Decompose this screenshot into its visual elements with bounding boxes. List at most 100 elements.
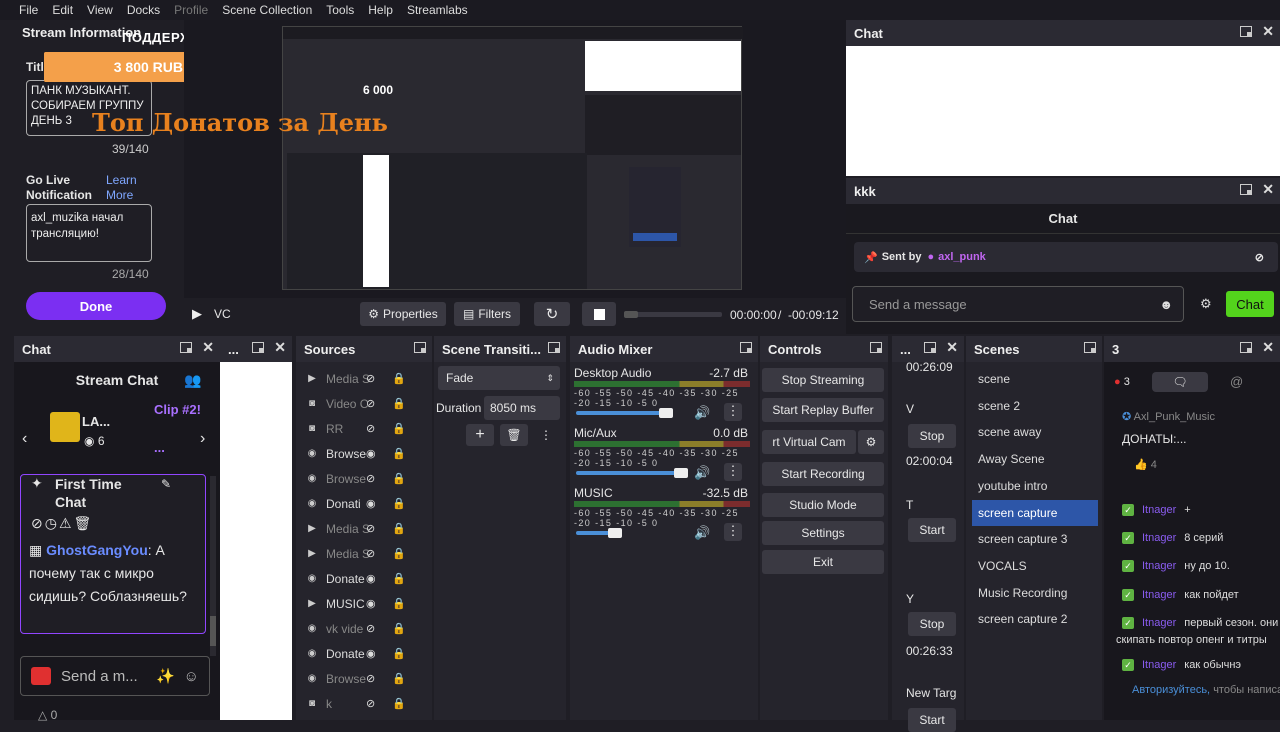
eye-icon[interactable]: ◉: [366, 572, 376, 585]
hidden-eye-icon[interactable]: ⊘: [366, 547, 375, 560]
stop-streaming-button[interactable]: Stop Streaming: [762, 368, 884, 392]
source-item[interactable]: ◉ Donati ◉ 🔒: [304, 491, 414, 516]
menu-edit[interactable]: Edit: [52, 3, 73, 17]
eye-icon[interactable]: ◉: [366, 597, 376, 610]
start-recording-button[interactable]: Start Recording: [762, 462, 884, 486]
kkk-message-input[interactable]: Send a message ☻: [852, 286, 1184, 322]
chat-username[interactable]: GhostGangYou: [46, 542, 148, 558]
lock-icon[interactable]: 🔒: [392, 597, 406, 610]
hidden-eye-icon[interactable]: ⊘: [366, 522, 375, 535]
likes[interactable]: 👍 4: [1134, 458, 1157, 471]
learn-more-link[interactable]: Learn More: [106, 173, 156, 203]
volume-slider[interactable]: [576, 528, 622, 538]
source-item[interactable]: ◉ Browse ⊘ 🔒: [304, 666, 414, 691]
chevron-left-icon[interactable]: ‹: [22, 430, 27, 448]
lock-icon[interactable]: 🔒: [392, 372, 406, 385]
chat-send-button[interactable]: Chat: [1226, 291, 1274, 317]
filters-button[interactable]: ▤ Filters: [454, 302, 520, 326]
source-item[interactable]: ▶ MUSIC ◉ 🔒: [304, 591, 414, 616]
source-item[interactable]: ◉ Donate ◉ 🔒: [304, 566, 414, 591]
menu-scene-collection[interactable]: Scene Collection: [222, 3, 312, 17]
notification-input[interactable]: axl_muzika начал трансляцию!: [26, 204, 152, 262]
virtual-cam-button[interactable]: rt Virtual Cam: [762, 430, 856, 454]
mention-tab-icon[interactable]: @: [1230, 374, 1243, 389]
chat-username[interactable]: Itnager: [1142, 659, 1176, 671]
lock-icon[interactable]: 🔒: [392, 672, 406, 685]
menu-profile[interactable]: Profile: [174, 3, 208, 17]
hide-icon[interactable]: ⊘: [1255, 251, 1264, 264]
float-icon[interactable]: [252, 342, 265, 353]
volume-slider[interactable]: [576, 408, 674, 418]
eye-icon[interactable]: ◉: [366, 447, 376, 460]
scene-item[interactable]: screen capture: [972, 499, 1098, 526]
float-icon[interactable]: [740, 342, 752, 353]
hidden-eye-icon[interactable]: ⊘: [366, 622, 375, 635]
seek-bar[interactable]: [624, 311, 722, 318]
source-item[interactable]: ◉ Donate ◉ 🔒: [304, 641, 414, 666]
eye-icon[interactable]: ◉: [366, 497, 376, 510]
remove-transition-button[interactable]: 🗑: [500, 424, 528, 446]
kebab-icon[interactable]: ⋮: [724, 523, 742, 541]
mod-actions-icon[interactable]: ⊘◷⚠🗑: [31, 515, 93, 532]
stop-button[interactable]: [582, 302, 616, 326]
close-icon[interactable]: ✕: [274, 340, 286, 354]
menu-streamlabs[interactable]: Streamlabs: [407, 3, 468, 17]
play-icon[interactable]: ▶: [192, 306, 202, 322]
scene-item[interactable]: screen capture 2: [972, 606, 1098, 632]
speaker-icon[interactable]: 🔊: [694, 405, 710, 421]
chat-tab-icon[interactable]: 🗨: [1152, 372, 1208, 392]
hidden-eye-icon[interactable]: ⊘: [366, 397, 375, 410]
emoji-icon[interactable]: ☺: [184, 668, 199, 685]
float-icon[interactable]: [924, 342, 937, 353]
hidden-eye-icon[interactable]: ⊘: [366, 422, 375, 435]
kebab-icon[interactable]: ⋮: [724, 403, 742, 421]
edit-icon[interactable]: ✎: [161, 477, 171, 491]
menu-tools[interactable]: Tools: [326, 3, 354, 17]
hidden-eye-icon[interactable]: ⊘: [366, 372, 375, 385]
users-icon[interactable]: 👥: [184, 372, 201, 389]
volume-slider[interactable]: [576, 468, 688, 478]
preview-screen[interactable]: 6 000: [282, 26, 743, 290]
lock-icon[interactable]: 🔒: [392, 522, 406, 535]
done-button[interactable]: Done: [26, 292, 166, 320]
close-icon[interactable]: ✕: [1262, 340, 1274, 354]
float-icon[interactable]: [870, 342, 882, 353]
source-item[interactable]: ◉ Browse ◉ 🔒: [304, 441, 414, 466]
start-new-target-button[interactable]: Start: [908, 708, 956, 732]
lock-icon[interactable]: 🔒: [392, 447, 406, 460]
source-item[interactable]: ◙ k ⊘ 🔒: [304, 691, 414, 716]
eye-icon[interactable]: ◉: [366, 647, 376, 660]
menu-file[interactable]: File: [19, 3, 38, 17]
scene-item[interactable]: scene away: [972, 419, 1098, 445]
lock-icon[interactable]: 🔒: [392, 622, 406, 635]
clip-card[interactable]: Clip #2!: [154, 402, 204, 417]
scene-item[interactable]: VOCALS: [972, 553, 1098, 579]
transition-menu-button[interactable]: ⋮: [534, 424, 558, 446]
float-icon[interactable]: [1240, 342, 1253, 353]
muted-speaker-icon[interactable]: 🔊: [694, 525, 710, 541]
source-item[interactable]: ◙ Video C ⊘ 🔒: [304, 391, 414, 416]
source-item[interactable]: ▶ Media S ⊘ 🔒: [304, 516, 414, 541]
chat-username[interactable]: Itnager: [1142, 532, 1176, 544]
virtual-cam-settings-button[interactable]: ⚙: [858, 430, 884, 454]
lock-icon[interactable]: 🔒: [392, 547, 406, 560]
chat-scrollbar[interactable]: [210, 476, 216, 656]
source-item[interactable]: ◉ vk vide ⊘ 🔒: [304, 616, 414, 641]
chat-username[interactable]: Itnager: [1142, 617, 1176, 629]
lock-icon[interactable]: 🔒: [392, 572, 406, 585]
lock-icon[interactable]: 🔒: [392, 397, 406, 410]
hidden-eye-icon[interactable]: ⊘: [366, 672, 375, 685]
close-icon[interactable]: ✕: [1262, 182, 1274, 196]
menu-help[interactable]: Help: [368, 3, 393, 17]
lock-icon[interactable]: 🔒: [392, 697, 406, 710]
lock-icon[interactable]: 🔒: [392, 647, 406, 660]
scene-item[interactable]: screen capture 3: [972, 526, 1098, 552]
hype-card-title[interactable]: LA...: [82, 414, 110, 429]
float-icon[interactable]: [414, 342, 426, 353]
notification-badge[interactable]: ● 3: [1114, 376, 1130, 388]
source-item[interactable]: ▶ Media S ⊘ 🔒: [304, 366, 414, 391]
menu-docks[interactable]: Docks: [127, 3, 160, 17]
chevron-right-icon[interactable]: ›: [200, 430, 205, 448]
start-target-t-button[interactable]: Start: [908, 518, 956, 542]
float-icon[interactable]: [1084, 342, 1096, 353]
